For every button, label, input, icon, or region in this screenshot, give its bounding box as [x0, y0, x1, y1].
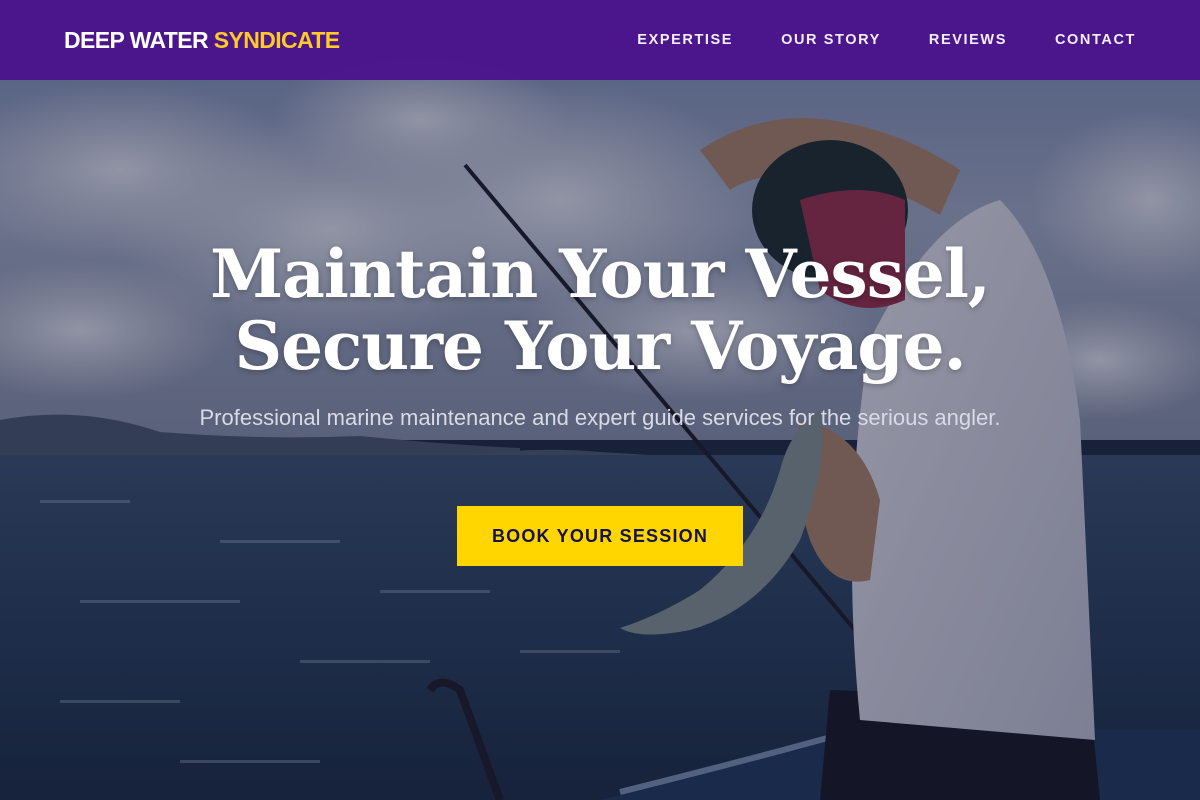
brand-name-primary: DEEP WATER	[64, 26, 209, 53]
nav-link-expertise[interactable]: EXPERTISE	[637, 32, 733, 48]
landing-page: DEEP WATER SYNDICATE EXPERTISE OUR STORY…	[0, 0, 1200, 800]
nav-link-our-story[interactable]: OUR STORY	[781, 32, 881, 48]
nav-link-reviews[interactable]: REVIEWS	[929, 32, 1007, 48]
book-session-button[interactable]: BOOK YOUR SESSION	[457, 506, 743, 566]
hero-title-line-2: Secure Your Voyage.	[234, 307, 966, 385]
top-navbar: DEEP WATER SYNDICATE EXPERTISE OUR STORY…	[0, 0, 1200, 80]
nav-links: EXPERTISE OUR STORY REVIEWS CONTACT	[637, 32, 1136, 48]
brand-name-accent: SYNDICATE	[213, 26, 340, 53]
hero-title: Maintain Your Vessel, Secure Your Voyage…	[0, 238, 1200, 382]
hero-section: Maintain Your Vessel, Secure Your Voyage…	[0, 0, 1200, 800]
hero-title-line-1: Maintain Your Vessel,	[210, 235, 991, 313]
nav-link-contact[interactable]: CONTACT	[1055, 32, 1136, 48]
brand-logo[interactable]: DEEP WATER SYNDICATE	[64, 27, 340, 54]
hero-subtitle: Professional marine maintenance and expe…	[199, 405, 1001, 430]
